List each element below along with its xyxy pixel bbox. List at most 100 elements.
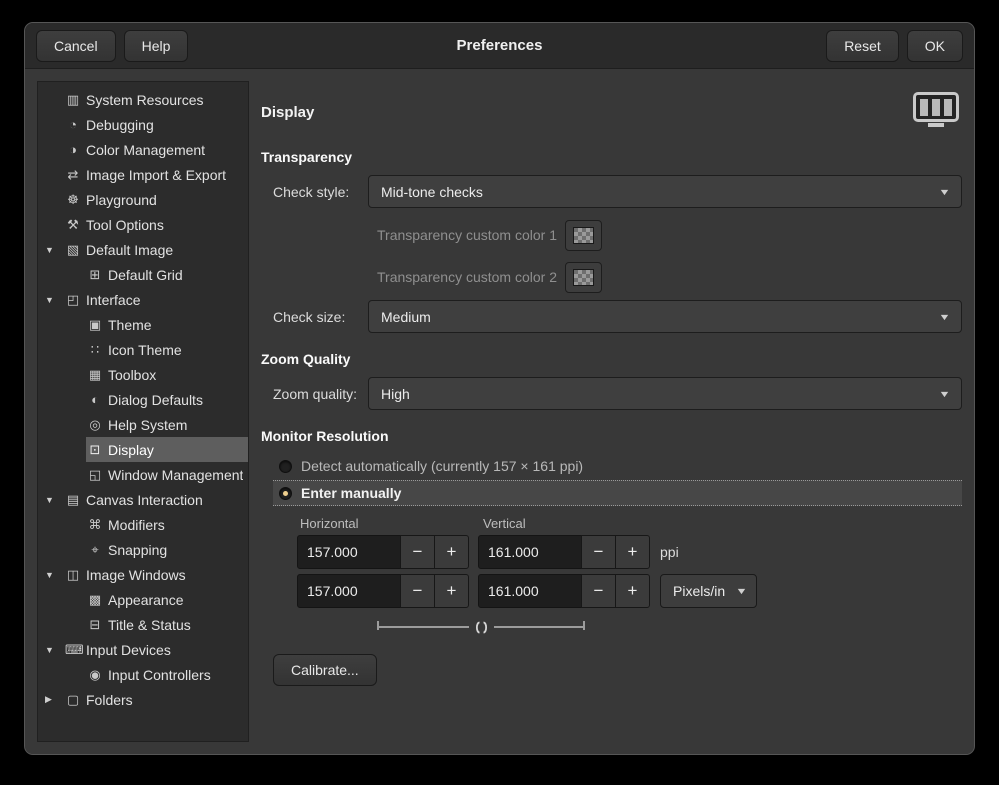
checkerboard-swatch-icon bbox=[573, 227, 594, 244]
ppi-unit-label: ppi bbox=[660, 544, 679, 560]
check-size-dropdown[interactable]: Medium ▼ bbox=[368, 300, 962, 333]
custom-color-1-button[interactable] bbox=[565, 220, 602, 251]
sidebar-item-snapping[interactable]: ⌖Snapping bbox=[38, 537, 248, 562]
expander-down-icon[interactable]: ▼ bbox=[43, 645, 64, 655]
sidebar-item-appearance[interactable]: ▩Appearance bbox=[38, 587, 248, 612]
sidebar-item-default-image[interactable]: ▼▧Default Image bbox=[38, 237, 248, 262]
check-style-dropdown[interactable]: Mid-tone checks ▼ bbox=[368, 175, 962, 208]
debugging-icon: ◔ bbox=[65, 117, 81, 132]
horizontal-ppi-increment-button[interactable]: + bbox=[434, 535, 469, 569]
display-settings-panel: Display Transparency Check style: Mid-to… bbox=[261, 81, 962, 742]
sidebar-item-display[interactable]: ⊡Display bbox=[38, 437, 248, 462]
sidebar-item-label: Debugging bbox=[86, 117, 154, 133]
sidebar-item-folders[interactable]: ▶▢Folders bbox=[38, 687, 248, 712]
sidebar-item-image-windows[interactable]: ▼◫Image Windows bbox=[38, 562, 248, 587]
system-resources-icon: ▥ bbox=[65, 92, 81, 108]
vertical-unit-increment-button[interactable]: + bbox=[615, 574, 650, 608]
titlebar-right-buttons: Reset OK bbox=[826, 30, 963, 62]
sidebar-item-label: Icon Theme bbox=[108, 342, 182, 358]
sidebar-item-color-management[interactable]: ◑Color Management bbox=[38, 137, 248, 162]
sidebar-item-system-resources[interactable]: ▥System Resources bbox=[38, 87, 248, 112]
sidebar-item-interface[interactable]: ▼◰Interface bbox=[38, 287, 248, 312]
resolution-column-headers: Horizontal Vertical bbox=[297, 516, 962, 531]
vertical-column-label: Vertical bbox=[480, 516, 654, 531]
unit-dropdown[interactable]: Pixels/in ▼ bbox=[660, 574, 757, 608]
sidebar-item-tool-options[interactable]: ⚒Tool Options bbox=[38, 212, 248, 237]
sidebar-item-debugging[interactable]: ◔ Debugging bbox=[38, 112, 248, 137]
sidebar-item-body: ▤Canvas Interaction bbox=[64, 487, 248, 512]
horizontal-unit-increment-button[interactable]: + bbox=[434, 574, 469, 608]
monitor-bar-icon bbox=[920, 99, 928, 116]
enter-manually-label: Enter manually bbox=[301, 485, 401, 501]
horizontal-unit-input[interactable] bbox=[297, 574, 401, 608]
detect-automatically-radio[interactable]: Detect automatically (currently 157 × 16… bbox=[273, 454, 962, 478]
sidebar-item-body: ⊡Display bbox=[86, 437, 248, 462]
custom-color-2-button[interactable] bbox=[565, 262, 602, 293]
reset-button[interactable]: Reset bbox=[826, 30, 899, 62]
sidebar-item-body: ⌖Snapping bbox=[86, 537, 248, 562]
sidebar-item-label: Dialog Defaults bbox=[108, 392, 203, 408]
sidebar-item-body: ▩Appearance bbox=[86, 587, 248, 612]
dialog-title: Preferences bbox=[457, 37, 543, 54]
sidebar-item-window-management[interactable]: ◱Window Management bbox=[38, 462, 248, 487]
folders-icon: ▢ bbox=[65, 692, 81, 708]
resolution-ppi-row: − + − + ppi bbox=[297, 535, 962, 569]
check-size-label: Check size: bbox=[273, 309, 368, 325]
sidebar-item-dialog-defaults[interactable]: ◐ Dialog Defaults bbox=[38, 387, 248, 412]
expander-down-icon[interactable]: ▼ bbox=[43, 245, 64, 255]
sidebar-item-body: ⌘Modifiers bbox=[86, 512, 248, 537]
sidebar-item-input-devices[interactable]: ▼⌨Input Devices bbox=[38, 637, 248, 662]
sidebar-item-label: Appearance bbox=[108, 592, 184, 608]
sidebar-item-label: Color Management bbox=[86, 142, 205, 158]
sidebar-item-body: ⌨Input Devices bbox=[64, 637, 248, 662]
sidebar-item-default-grid[interactable]: ⊞Default Grid bbox=[38, 262, 248, 287]
expander-down-icon[interactable]: ▼ bbox=[43, 570, 64, 580]
vertical-unit-decrement-button[interactable]: − bbox=[581, 574, 616, 608]
horizontal-unit-decrement-button[interactable]: − bbox=[400, 574, 435, 608]
vertical-ppi-input[interactable] bbox=[478, 535, 582, 569]
sidebar-item-label: Input Controllers bbox=[108, 667, 211, 683]
check-size-row: Check size: Medium ▼ bbox=[273, 300, 962, 333]
dialog-defaults-icon: ◐ bbox=[87, 392, 103, 407]
sidebar-item-icon-theme[interactable]: ∷Icon Theme bbox=[38, 337, 248, 362]
ok-button[interactable]: OK bbox=[907, 30, 963, 62]
sidebar-item-body: ◔ Debugging bbox=[64, 112, 248, 137]
expander-right-icon[interactable]: ▶ bbox=[43, 694, 64, 705]
help-button[interactable]: Help bbox=[124, 30, 189, 62]
chain-broken-icon[interactable] bbox=[474, 621, 489, 634]
title-status-icon: ⊟ bbox=[87, 617, 103, 633]
preferences-dialog: Cancel Help Preferences Reset OK ▥System… bbox=[24, 22, 975, 755]
horizontal-ppi-input[interactable] bbox=[297, 535, 401, 569]
sidebar-item-body: ⇄Image Import & Export bbox=[64, 162, 248, 187]
custom-color-1-label: Transparency custom color 1 bbox=[377, 227, 557, 243]
sidebar-item-image-import-export[interactable]: ⇄Image Import & Export bbox=[38, 162, 248, 187]
enter-manually-radio[interactable]: Enter manually bbox=[273, 480, 962, 506]
calibrate-button[interactable]: Calibrate... bbox=[273, 654, 377, 686]
chevron-down-icon: ▼ bbox=[938, 312, 950, 322]
expander-down-icon[interactable]: ▼ bbox=[43, 495, 64, 505]
sidebar-item-label: Playground bbox=[86, 192, 157, 208]
cancel-button[interactable]: Cancel bbox=[36, 30, 116, 62]
zoom-quality-dropdown[interactable]: High ▼ bbox=[368, 377, 962, 410]
monitor-icon bbox=[913, 92, 959, 122]
monitor-bar-icon bbox=[932, 99, 940, 116]
input-controllers-icon: ◉ bbox=[87, 667, 103, 683]
vertical-unit-input[interactable] bbox=[478, 574, 582, 608]
sidebar-item-modifiers[interactable]: ⌘Modifiers bbox=[38, 512, 248, 537]
sidebar-item-playground[interactable]: ☸Playground bbox=[38, 187, 248, 212]
sidebar-item-body: ◎Help System bbox=[86, 412, 248, 437]
horizontal-ppi-decrement-button[interactable]: − bbox=[400, 535, 435, 569]
sidebar-item-toolbox[interactable]: ▦Toolbox bbox=[38, 362, 248, 387]
sidebar-item-theme[interactable]: ▣Theme bbox=[38, 312, 248, 337]
vertical-ppi-decrement-button[interactable]: − bbox=[581, 535, 616, 569]
radio-selected-icon bbox=[279, 487, 292, 500]
window-management-icon: ◱ bbox=[87, 467, 103, 483]
vertical-ppi-increment-button[interactable]: + bbox=[615, 535, 650, 569]
zoom-quality-row: Zoom quality: High ▼ bbox=[273, 377, 962, 410]
sidebar-item-label: Input Devices bbox=[86, 642, 171, 658]
sidebar-item-title-status[interactable]: ⊟Title & Status bbox=[38, 612, 248, 637]
sidebar-item-input-controllers[interactable]: ◉ Input Controllers bbox=[38, 662, 248, 687]
sidebar-item-canvas-interaction[interactable]: ▼▤Canvas Interaction bbox=[38, 487, 248, 512]
expander-down-icon[interactable]: ▼ bbox=[43, 295, 64, 305]
sidebar-item-help-system[interactable]: ◎Help System bbox=[38, 412, 248, 437]
